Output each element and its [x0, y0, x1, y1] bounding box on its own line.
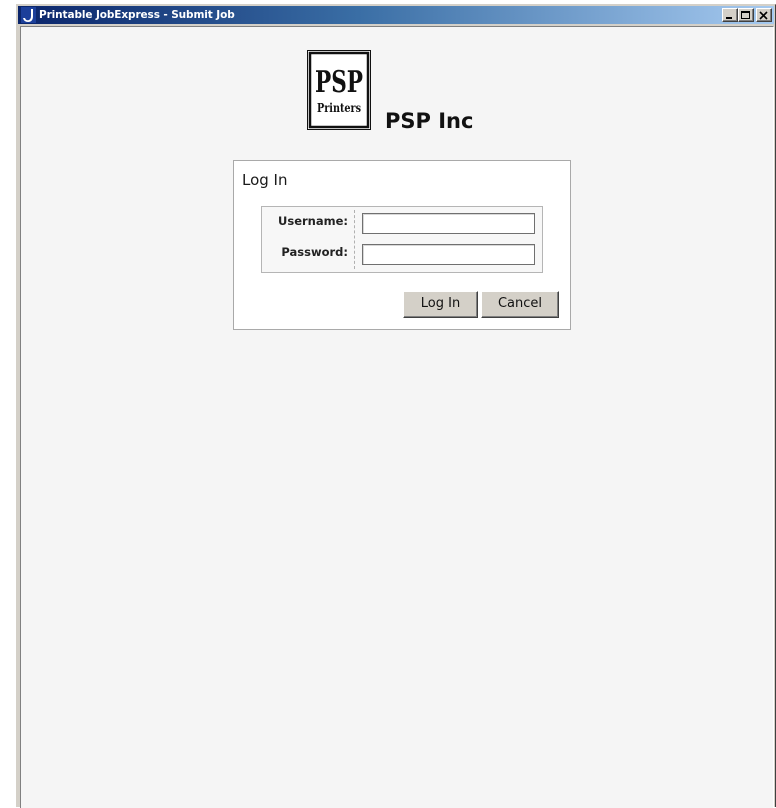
password-input[interactable]	[362, 244, 535, 265]
title-bar[interactable]: Printable JobExpress - Submit Job	[18, 6, 774, 24]
username-input[interactable]	[362, 213, 535, 234]
maximize-icon	[741, 11, 750, 19]
maximize-button[interactable]	[738, 8, 754, 22]
field-divider	[354, 210, 355, 269]
psp-logo-icon: PSP Printers	[307, 50, 371, 130]
credentials-group: Username: Password:	[261, 206, 543, 273]
minimize-button[interactable]	[722, 8, 738, 22]
app-window: Printable JobExpress - Submit Job PSP Pr…	[16, 4, 776, 808]
password-label: Password:	[281, 245, 348, 259]
client-area: PSP Printers PSP Inc Log In Username: Pa…	[20, 26, 774, 808]
company-logo: PSP Printers	[307, 50, 371, 130]
company-name: PSP Inc	[385, 109, 474, 133]
cancel-button[interactable]: Cancel	[481, 291, 559, 318]
window-title: Printable JobExpress - Submit Job	[39, 9, 235, 21]
login-panel: Log In Username: Password: Log In Cancel	[233, 160, 571, 330]
username-label: Username:	[278, 214, 348, 228]
logo-text-psp: PSP	[315, 65, 363, 100]
app-logo-icon	[21, 7, 36, 23]
login-title: Log In	[242, 171, 288, 189]
minimize-icon	[726, 17, 732, 19]
logo-text-printers: Printers	[317, 101, 361, 115]
close-button[interactable]	[756, 8, 772, 22]
login-button[interactable]: Log In	[403, 291, 478, 318]
close-icon	[759, 11, 768, 20]
